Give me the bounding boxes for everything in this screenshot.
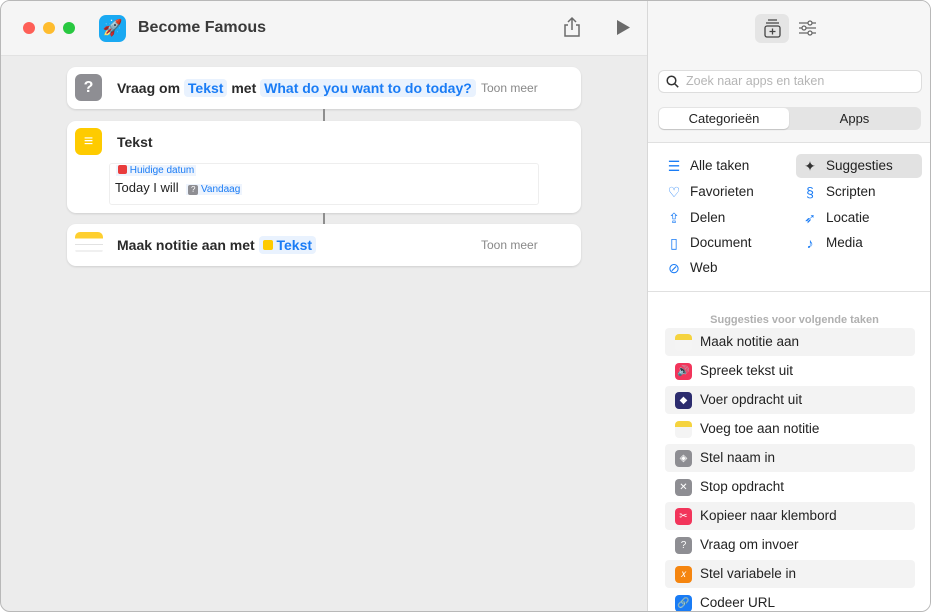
search-placeholder: Zoek naar apps en taken (686, 74, 825, 88)
action-library-panel: Zoek naar apps en taken Categorieën Apps… (647, 1, 930, 611)
list-icon: ☰ (667, 158, 681, 174)
suggestion-item[interactable]: ✂ Kopieer naar klembord (665, 502, 915, 530)
text-variable-token[interactable]: Tekst (258, 236, 317, 254)
suggestion-item[interactable]: Maak notitie aan (665, 328, 915, 356)
action-verb: Maak notitie aan met (117, 237, 255, 253)
scroll-icon: § (806, 184, 814, 200)
category-media[interactable]: ♪ Media (802, 231, 912, 255)
category-location[interactable]: ➶ Locatie (802, 206, 912, 230)
show-more-button[interactable]: Toon meer (481, 238, 538, 252)
suggestion-item[interactable]: ◈ Stel naam in (665, 444, 915, 472)
rocket-icon[interactable]: 🚀 (99, 15, 126, 42)
zoom-button[interactable] (63, 22, 75, 34)
scissors-icon: ✂ (675, 508, 692, 525)
action-verb: Vraag om (117, 80, 181, 96)
connector (323, 213, 325, 224)
show-more-button[interactable]: Toon meer (481, 81, 538, 95)
tag-icon: ◈ (675, 450, 692, 467)
suggestion-item[interactable]: ✕ Stop opdracht (665, 473, 915, 501)
suggestion-label: Stel variabele in (700, 566, 797, 581)
music-icon: ♪ (806, 235, 814, 251)
tab-apps[interactable]: Apps (789, 108, 920, 129)
variable-icon: 𝑥 (675, 566, 692, 583)
input-type-token[interactable]: Tekst (183, 79, 228, 97)
action-title: Tekst (117, 134, 153, 150)
prompt-token[interactable]: What do you want to do today? (260, 79, 476, 97)
text-icon (262, 240, 273, 250)
suggestion-label: Maak notitie aan (700, 334, 800, 349)
suggestion-label: Voeg toe aan notitie (700, 421, 820, 436)
action-create-note[interactable]: Maak notitie aan met Tekst Toon meer (67, 224, 581, 266)
today-variable[interactable]: ? Vandaag (186, 184, 243, 195)
shortcut-title[interactable]: Become Famous (138, 19, 266, 37)
suggestion-label: Spreek tekst uit (700, 363, 794, 378)
question-icon: ? (188, 185, 199, 195)
shortcuts-icon: ◆ (675, 392, 692, 409)
suggestion-item[interactable]: 🔗 Codeer URL (665, 589, 915, 611)
category-all-actions[interactable]: ☰ Alle taken (666, 154, 776, 178)
location-icon: ➶ (804, 210, 816, 226)
segmented-control: Categorieën Apps (658, 107, 921, 130)
suggestion-item[interactable]: 𝑥 Stel variabele in (665, 560, 915, 588)
search-input[interactable]: Zoek naar apps en taken (659, 71, 921, 92)
link-icon: 🔗 (675, 595, 692, 611)
search-icon (666, 75, 679, 88)
connector (323, 109, 325, 121)
suggestion-label: Stop opdracht (700, 479, 785, 494)
suggestion-label: Voer opdracht uit (700, 392, 803, 407)
question-icon: ? (675, 537, 692, 554)
category-web[interactable]: ⊘ Web (666, 256, 776, 280)
suggestion-label: Kopieer naar klembord (700, 508, 837, 523)
suggestion-item[interactable]: 🔊 Spreek tekst uit (665, 357, 915, 385)
sliders-icon[interactable] (798, 19, 817, 42)
run-button[interactable] (616, 19, 631, 41)
shortcuts-window: 🚀 Become Famous ? Vraag om Tekst met Wha… (0, 0, 931, 612)
action-library-button[interactable] (755, 14, 789, 43)
suggestion-label: Stel naam in (700, 450, 776, 465)
action-ask-for-input[interactable]: ? Vraag om Tekst met What do you want to… (67, 67, 581, 109)
minimize-button[interactable] (43, 22, 55, 34)
action-connector: met (231, 80, 257, 96)
suggestion-label: Vraag om invoer (700, 537, 799, 552)
x-icon: ✕ (675, 479, 692, 496)
text-field[interactable]: Huidige datum Today I will ? Vandaag (109, 163, 539, 205)
category-favorites[interactable]: ♡ Favorieten (666, 180, 776, 204)
share-button[interactable] (563, 16, 581, 43)
speaker-icon: 🔊 (675, 363, 692, 380)
calendar-icon (118, 165, 127, 174)
panel-header: Zoek naar apps en taken Categorieën Apps (648, 1, 930, 143)
current-date-variable[interactable]: Huidige datum (116, 165, 197, 176)
close-button[interactable] (23, 22, 35, 34)
text-content[interactable]: Today I will (115, 180, 179, 195)
category-sharing[interactable]: ⇪ Delen (666, 206, 776, 230)
category-document[interactable]: ▯ Document (666, 231, 776, 255)
document-icon: ▯ (670, 235, 678, 251)
action-text[interactable]: ≡ Tekst Huidige datum Today I will ? Van… (67, 121, 581, 213)
heart-icon: ♡ (667, 184, 681, 200)
suggestion-item[interactable]: ◆ Voer opdracht uit (665, 386, 915, 414)
suggestion-item[interactable]: Voeg toe aan notitie (665, 415, 915, 443)
compass-icon: ⊘ (668, 260, 680, 276)
sparkles-icon: ✦ (804, 158, 816, 174)
tab-categories[interactable]: Categorieën (659, 108, 789, 129)
suggestion-label: Codeer URL (700, 595, 776, 610)
category-scripting[interactable]: § Scripten (802, 180, 912, 204)
suggestions-header: Suggesties voor volgende taken (710, 314, 879, 326)
notes-icon (675, 334, 692, 351)
notes-icon (675, 421, 692, 438)
notes-icon (75, 232, 103, 254)
divider (648, 291, 930, 292)
share-icon: ⇪ (668, 210, 680, 226)
suggestion-item[interactable]: ? Vraag om invoer (665, 531, 915, 559)
text-icon: ≡ (75, 128, 102, 155)
question-icon: ? (75, 74, 102, 101)
title-bar: 🚀 Become Famous (1, 1, 647, 56)
category-suggestions[interactable]: ✦ Suggesties (796, 154, 922, 178)
